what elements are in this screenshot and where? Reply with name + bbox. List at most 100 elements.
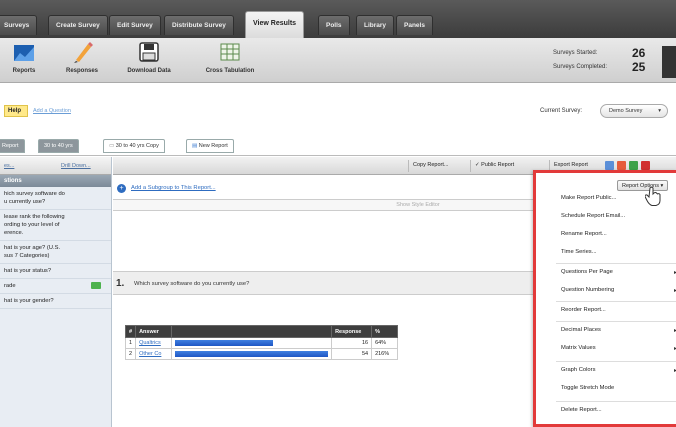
pencil-icon: [74, 42, 93, 63]
menu-item-toggle-stretch-mode[interactable]: Toggle Stretch Mode: [561, 385, 614, 391]
new-report-label: New Report: [198, 143, 228, 149]
current-survey-label: Current Survey:: [540, 108, 583, 114]
sidebar-question-1[interactable]: hich survey software do u currently use?: [0, 187, 111, 210]
menu-item-time-series[interactable]: Time Series...: [561, 249, 597, 255]
powerpoint-export-icon[interactable]: [641, 161, 650, 170]
menu-item-reorder-report[interactable]: Reorder Report...: [561, 307, 606, 313]
menu-item-matrix-values[interactable]: Matrix Values: [561, 345, 596, 351]
results-table: # Answer Response % 1 Qualtrics 16 64% 2 Othe…: [124, 325, 399, 360]
help-row: Help Add a Question Current Survey: Demo…: [0, 83, 676, 135]
col-response: Response: [331, 325, 373, 338]
tab-polls[interactable]: Polls: [318, 15, 350, 35]
responses-label: Responses: [65, 68, 98, 74]
report-tab-30-to-40-copy[interactable]: ▭ 30 to 40 yrs Copy: [103, 139, 165, 153]
response-percent: 216%: [371, 348, 399, 360]
survey-stats: Surveys Started: 26 Surveys Completed: 2…: [553, 46, 645, 74]
report-tab-30-to-40[interactable]: 30 to 40 yrs: [38, 139, 79, 153]
response-bar-cell: [171, 348, 333, 360]
tab-view-results[interactable]: View Results: [245, 11, 305, 38]
add-question-link[interactable]: Add a Question: [33, 108, 71, 114]
menu-item-question-numbering[interactable]: Question Numbering: [561, 287, 614, 293]
sidebar-question-5[interactable]: rade: [0, 279, 111, 294]
question-text: Which survey software do you currently u…: [134, 281, 250, 287]
sidebar-question-text: hat is your age? (U.S. sus 7 Categories): [4, 245, 61, 259]
report-tabs: Report 30 to 40 yrs ▭ 30 to 40 yrs Copy …: [0, 135, 676, 156]
answer-link[interactable]: Qualtrics: [135, 337, 173, 349]
surveys-started-label: Surveys Started:: [553, 50, 598, 56]
sidebar-header: stions: [0, 175, 111, 187]
menu-divider: [556, 263, 676, 264]
pdf-export-icon[interactable]: [617, 161, 626, 170]
sidebar-question-text: hat is your status?: [4, 268, 52, 274]
tab-surveys[interactable]: Surveys: [0, 15, 38, 35]
response-count: 54: [331, 348, 373, 360]
word-export-icon[interactable]: [605, 161, 614, 170]
questions-sidebar: es... Drill Down... stions hich survey s…: [0, 157, 112, 427]
menu-item-questions-per-page[interactable]: Questions Per Page: [561, 269, 613, 275]
download-data-label: Download Data: [127, 68, 171, 74]
report-tab-copy-label: 30 to 40 yrs Copy: [115, 143, 159, 149]
sidebar-link[interactable]: es...: [4, 163, 14, 169]
sidebar-question-2[interactable]: lease rank the following ording to your …: [0, 210, 111, 241]
style-editor-toggle[interactable]: Show Style Editor: [113, 199, 533, 211]
menu-divider: [556, 401, 676, 402]
question-number: 1.: [116, 278, 125, 289]
sidebar-question-text: hat is your gender?: [4, 298, 54, 304]
drill-down-link[interactable]: Drill Down...: [61, 163, 91, 169]
menu-item-graph-colors[interactable]: Graph Colors: [561, 367, 595, 373]
table-row: 1 Qualtrics 16 64%: [124, 337, 399, 349]
tab-panels[interactable]: Panels: [396, 15, 433, 35]
surveys-completed-label: Surveys Completed:: [553, 64, 608, 70]
add-circle-icon: +: [117, 184, 126, 193]
add-subgroup-link[interactable]: + Add a Subgroup to This Report...: [117, 184, 216, 193]
top-navigation: Surveys Create Survey Edit Survey Distri…: [0, 0, 676, 38]
current-survey-select[interactable]: Demo Survey ▾: [600, 104, 668, 118]
reports-label: Reports: [12, 68, 36, 74]
report-main: + Add a Subgroup to This Report... Show …: [113, 175, 533, 427]
menu-item-schedule-report-email[interactable]: Schedule Report Email...: [561, 213, 625, 219]
reports-button[interactable]: Reports: [4, 41, 44, 74]
tab-create-survey[interactable]: Create Survey: [48, 15, 108, 35]
menu-item-delete-report[interactable]: Delete Report...: [561, 407, 602, 413]
responses-button[interactable]: Responses: [60, 41, 104, 74]
public-report-button[interactable]: ✓ Public Report: [470, 160, 518, 172]
new-report-icon: ▤: [192, 143, 199, 149]
cross-tabulation-label: Cross Tabulation: [205, 68, 255, 74]
surveys-completed-value: 25: [632, 60, 646, 74]
report-tab-icon: ▭: [109, 143, 116, 149]
response-bar: [175, 340, 273, 346]
response-count: 16: [331, 337, 373, 349]
report-tab-report[interactable]: Report: [0, 139, 25, 153]
response-percent: 64%: [371, 337, 399, 349]
download-data-button[interactable]: Download Data: [120, 41, 178, 74]
hand-cursor-icon: [645, 186, 661, 206]
copy-report-button[interactable]: Copy Report...: [408, 160, 452, 172]
sidebar-question-text: hich survey software do u currently use?: [4, 191, 65, 205]
menu-divider: [556, 361, 676, 362]
sidebar-question-text: rade: [4, 283, 16, 289]
col-percent: %: [371, 325, 399, 338]
answer-link[interactable]: Other Co: [135, 348, 173, 360]
tab-edit-survey[interactable]: Edit Survey: [109, 15, 161, 35]
menu-item-decimal-places[interactable]: Decimal Places: [561, 327, 601, 333]
current-survey-value: Demo Survey: [609, 108, 643, 114]
response-bar-cell: [171, 337, 333, 349]
surveys-started-value: 26: [632, 46, 646, 60]
public-report-label: Public Report: [481, 162, 515, 168]
cross-tabulation-button[interactable]: Cross Tabulation: [195, 41, 265, 74]
menu-item-rename-report[interactable]: Rename Report...: [561, 231, 607, 237]
tab-distribute-survey[interactable]: Distribute Survey: [164, 15, 234, 35]
help-button[interactable]: Help: [4, 105, 28, 117]
sidebar-question-4[interactable]: hat is your status?: [0, 264, 111, 279]
excel-export-icon[interactable]: [629, 161, 638, 170]
results-header-row: # Answer Response %: [124, 325, 399, 338]
menu-divider: [556, 301, 676, 302]
table-grid-icon: [220, 43, 240, 61]
sidebar-question-3[interactable]: hat is your age? (U.S. sus 7 Categories): [0, 241, 111, 264]
sidebar-question-text: lease rank the following ording to your …: [4, 214, 65, 236]
report-tab-new-report[interactable]: ▤ New Report: [186, 139, 234, 153]
sidebar-question-6[interactable]: hat is your gender?: [0, 294, 111, 309]
question-header: 1. Which survey software do you currentl…: [113, 271, 533, 295]
menu-item-make-report-public[interactable]: Make Report Public...: [561, 195, 616, 201]
tab-library[interactable]: Library: [356, 15, 395, 35]
